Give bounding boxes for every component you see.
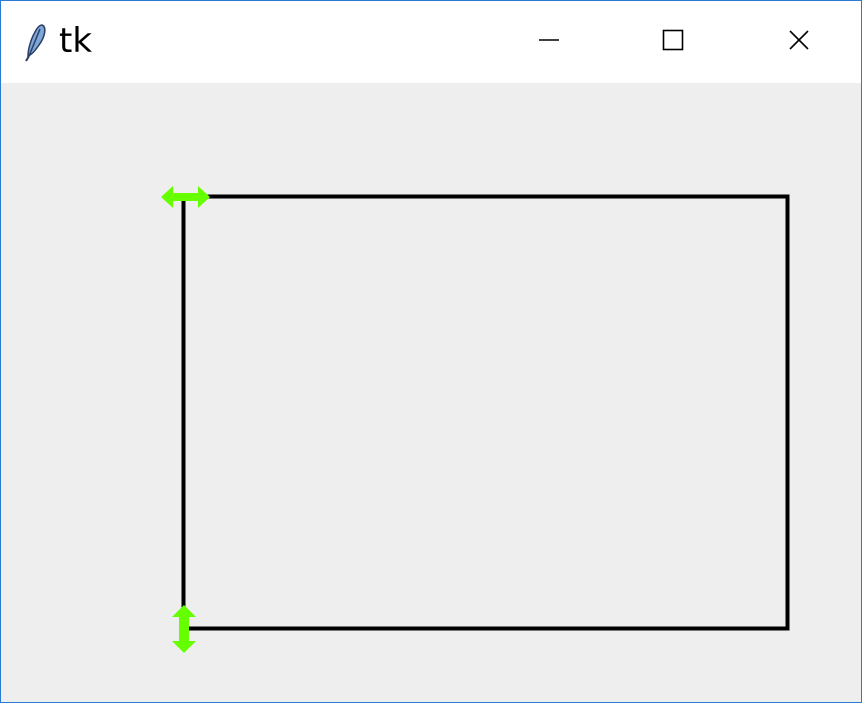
minimize-button[interactable] — [489, 1, 609, 83]
selection-rectangle[interactable] — [181, 194, 790, 631]
title-bar[interactable]: tk — [1, 1, 861, 83]
window-title: tk — [59, 21, 93, 61]
maximize-icon — [662, 29, 684, 56]
maximize-button[interactable] — [613, 1, 733, 83]
window-client-area — [1, 83, 861, 702]
minimize-icon — [538, 29, 560, 56]
close-icon — [788, 29, 810, 56]
close-button[interactable] — [739, 1, 859, 83]
drawing-canvas[interactable] — [1, 83, 861, 702]
tk-window: tk — [0, 0, 862, 703]
feather-icon — [23, 23, 49, 63]
